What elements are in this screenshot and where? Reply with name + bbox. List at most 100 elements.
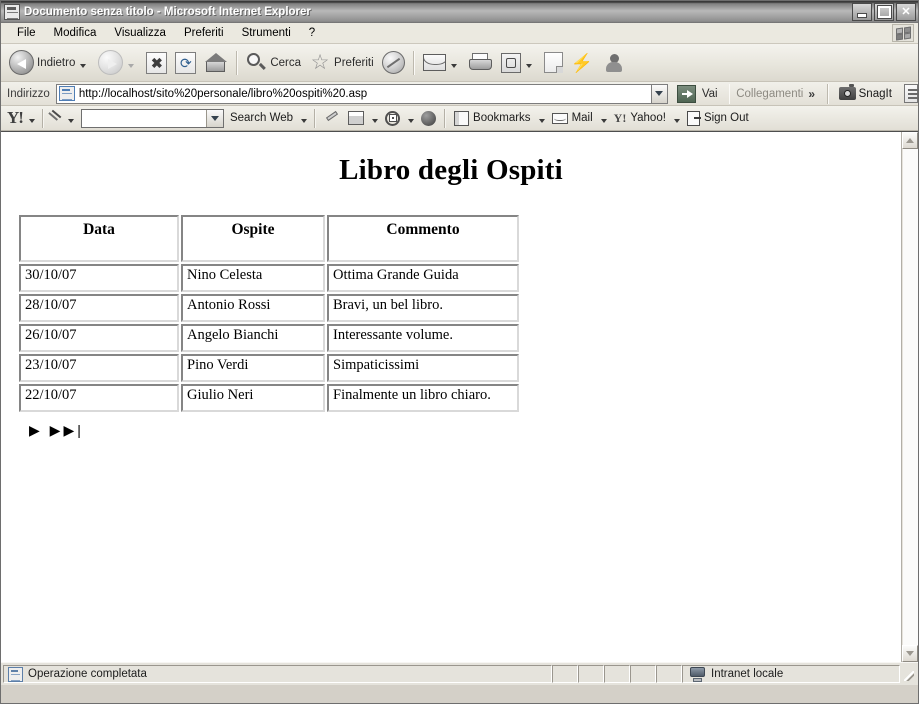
minimize-button[interactable] [852, 3, 872, 21]
favorites-button[interactable]: ☆ Preferiti [305, 45, 378, 81]
media-button[interactable] [417, 107, 440, 130]
security-zone-panel[interactable]: Intranet locale [682, 665, 900, 683]
snagit-capture-icon[interactable] [903, 84, 919, 103]
window-title: Documento senza titolo - Microsoft Inter… [24, 6, 311, 18]
scroll-up-arrow-icon[interactable] [902, 132, 918, 149]
resize-grip-icon[interactable] [900, 665, 916, 683]
search-web-chevron-down-icon[interactable] [301, 118, 308, 123]
web-page: Libro degli Ospiti Data Ospite Commento … [1, 132, 901, 662]
sign-out-button[interactable]: Sign Out [683, 107, 753, 130]
status-panel-2 [578, 665, 604, 683]
local-intranet-icon [689, 666, 706, 682]
guestbook-table: Data Ospite Commento 30/10/07 Nino Celes… [17, 213, 521, 414]
address-dropdown-button[interactable] [650, 83, 668, 104]
search-web-button[interactable]: Search Web [226, 107, 297, 130]
table-row: 23/10/07 Pino Verdi Simpaticissimi [19, 354, 519, 382]
ie-page-icon [8, 666, 23, 682]
yahoo-separator [41, 108, 44, 128]
popup-blocker-button[interactable] [344, 107, 368, 130]
cell-ospite: Antonio Rossi [181, 294, 325, 322]
home-icon [204, 52, 228, 74]
links-bar-label[interactable]: Collegamenti [736, 88, 803, 100]
forward-history-chevron-down-icon[interactable] [128, 63, 135, 68]
refresh-icon: ⟳ [175, 51, 197, 74]
yahoo-logo-icon[interactable]: Y! [7, 109, 25, 127]
go-button[interactable]: Vai [674, 83, 723, 105]
menu-item-help[interactable]: ? [300, 25, 324, 42]
address-bar: Indirizzo http://localhost/sito%20person… [1, 82, 919, 106]
favorites-button-label: Preferiti [334, 56, 374, 69]
yahoo-search-dropdown-button[interactable] [205, 109, 223, 127]
toolbar-separator-2 [412, 50, 415, 75]
close-button[interactable]: ✕ [896, 3, 916, 21]
mail-chevron-down-icon[interactable] [450, 63, 457, 68]
mail-icon [422, 54, 446, 71]
yahoo-chevron-down-icon[interactable] [673, 118, 680, 123]
maximize-button[interactable] [874, 3, 894, 21]
menu-item-preferiti[interactable]: Preferiti [175, 25, 233, 42]
note-button[interactable] [540, 45, 567, 81]
bookmarks-button[interactable]: Bookmarks [450, 107, 535, 130]
scroll-down-arrow-icon[interactable] [902, 645, 918, 662]
snagit-button[interactable]: SnagIt [835, 84, 896, 100]
search-button[interactable]: Cerca [242, 45, 305, 81]
bookmarks-icon [454, 110, 470, 126]
status-message-panel: Operazione completata [3, 665, 552, 683]
address-separator-2 [827, 83, 829, 104]
yahoo-toolbar: Y! Search Web Bookmarks Mail Y! Yahoo! S… [1, 106, 918, 131]
scrollbar-track[interactable] [902, 149, 918, 645]
anti-spy-icon [385, 110, 401, 126]
yahoo-search-field[interactable] [81, 110, 206, 126]
yahoo-separator-2 [314, 108, 317, 128]
messenger-button[interactable] [597, 45, 627, 81]
menu-item-strumenti[interactable]: Strumenti [233, 25, 300, 42]
yahoo-home-button[interactable]: Y! Yahoo! [610, 107, 670, 130]
mail-button[interactable] [419, 45, 465, 81]
mail-chevron-down-icon[interactable] [600, 118, 607, 123]
last-page-link[interactable]: ▶▶| [50, 422, 84, 438]
anti-spy-button[interactable] [381, 107, 404, 130]
history-button[interactable] [378, 45, 409, 81]
address-label: Indirizzo [7, 87, 50, 100]
links-overflow-chevron-icon[interactable]: » [808, 87, 815, 101]
pencil-icon[interactable] [48, 110, 64, 127]
address-input[interactable]: http://localhost/sito%20personale/libro%… [55, 83, 651, 104]
bookmarks-chevron-down-icon[interactable] [538, 118, 545, 123]
discuss-button[interactable]: ⚡ [567, 45, 597, 81]
popup-blocker-chevron-down-icon[interactable] [372, 118, 379, 123]
status-text: Operazione completata [28, 668, 147, 680]
yahoo-search-input[interactable] [80, 108, 224, 128]
pencil-chevron-down-icon[interactable] [67, 118, 74, 123]
yahoo-logo-chevron-down-icon[interactable] [28, 118, 35, 123]
yahoo-mail-button[interactable]: Mail [548, 107, 597, 130]
refresh-button[interactable]: ⟳ [171, 45, 200, 81]
vertical-scrollbar[interactable] [901, 132, 918, 662]
menu-bar: File Modifica Visualizza Preferiti Strum… [1, 23, 918, 44]
next-page-link[interactable]: ▶ [29, 422, 43, 438]
yahoo-label: Yahoo! [630, 112, 666, 124]
address-url-text: http://localhost/sito%20personale/libro%… [78, 87, 368, 100]
menu-item-visualizza[interactable]: Visualizza [105, 25, 175, 42]
back-button[interactable]: Indietro [5, 45, 94, 81]
edit-button[interactable] [497, 45, 540, 81]
chevron-down-icon [655, 91, 664, 96]
back-arrow-icon [9, 50, 34, 75]
forward-button[interactable] [94, 45, 142, 81]
cell-commento: Ottima Grande Guida [327, 264, 519, 292]
search-magnifier-icon [246, 52, 267, 73]
cell-ospite: Giulio Neri [181, 384, 325, 412]
bookmarks-label: Bookmarks [473, 112, 531, 124]
column-header-commento: Commento [327, 215, 519, 262]
home-button[interactable] [200, 45, 232, 81]
highlighter-button[interactable] [320, 107, 344, 130]
edit-icon [500, 52, 521, 73]
menu-item-file[interactable]: File [8, 25, 45, 42]
edit-chevron-down-icon[interactable] [525, 63, 532, 68]
cell-data: 26/10/07 [19, 324, 179, 352]
cell-ospite: Angelo Bianchi [181, 324, 325, 352]
menu-item-modifica[interactable]: Modifica [45, 25, 106, 42]
print-button[interactable] [465, 45, 497, 81]
anti-spy-chevron-down-icon[interactable] [408, 118, 415, 123]
back-history-chevron-down-icon[interactable] [80, 63, 87, 68]
stop-button[interactable]: ✖ [142, 45, 171, 81]
